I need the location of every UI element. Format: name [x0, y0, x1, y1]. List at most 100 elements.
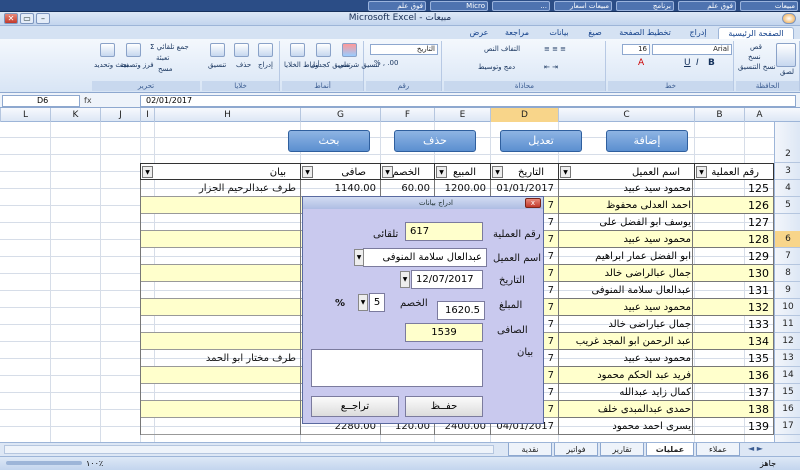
bold-icon[interactable]: B	[708, 58, 715, 68]
table-cell-date[interactable]: 01/01/2017	[490, 180, 558, 197]
table-row-client[interactable]: فريد عبد الحكم محمود 136	[558, 367, 774, 384]
table-row-client[interactable]: جمال عبالراضى خالد 130	[558, 265, 774, 282]
formula-input[interactable]: 02/01/2017	[140, 95, 796, 107]
table-row-client[interactable]: احمد العدلى محفوظ 126	[558, 197, 774, 214]
row-header[interactable]: 8	[775, 265, 800, 282]
table-cell-notes[interactable]	[140, 333, 300, 350]
table-row-client[interactable]: محمود سيد عبيد 125	[558, 180, 774, 197]
notes-textarea[interactable]	[311, 349, 483, 387]
tab-review[interactable]: مراجعة	[496, 27, 538, 39]
row-header[interactable]: 10	[775, 299, 800, 316]
date-field[interactable]: 12/07/2017	[411, 270, 483, 289]
row-header[interactable]: 5	[775, 197, 800, 214]
row-header[interactable]: 2	[775, 146, 800, 163]
copy-button[interactable]: نسخ	[748, 53, 761, 61]
column-header[interactable]: I	[140, 108, 154, 122]
find-select-icon[interactable]	[100, 43, 115, 57]
chevron-down-icon[interactable]: ▼	[354, 249, 364, 266]
table-cell-notes[interactable]	[140, 197, 300, 214]
autosum-button[interactable]: Σ جمع تلقائي	[150, 43, 189, 51]
conditional-format-icon[interactable]	[342, 43, 357, 57]
close-icon[interactable]: ✕	[4, 13, 18, 24]
sheet-tab[interactable]: نقدية	[508, 443, 552, 456]
row-header[interactable]: 17	[775, 418, 800, 435]
row-header[interactable]: 6	[775, 231, 800, 248]
row-header[interactable]: 16	[775, 401, 800, 418]
tab-formulas[interactable]: صيغ	[580, 27, 610, 39]
table-cell-notes[interactable]	[140, 265, 300, 282]
table-row-client[interactable]: محمود سيد عبيد 135	[558, 350, 774, 367]
column-header[interactable]: J	[100, 108, 140, 122]
table-cell-sale[interactable]: 1200.00	[434, 180, 490, 197]
table-row-client[interactable]: حمدى عبدالمبدى خلف 138	[558, 401, 774, 418]
zoom-level[interactable]: ١٠٠٪	[86, 459, 103, 468]
save-button[interactable]: حفــظ	[405, 396, 483, 417]
table-row-client[interactable]: محمود سيد عبيد 128	[558, 231, 774, 248]
table-row-client[interactable]: ابو الفضل عمار ابراهيم 129	[558, 248, 774, 265]
minimize-icon[interactable]: –	[36, 13, 50, 24]
table-cell-notes[interactable]	[140, 282, 300, 299]
maximize-icon[interactable]: ▭	[20, 13, 34, 24]
clear-button[interactable]: مسح	[158, 65, 173, 73]
taskbar-item[interactable]: مبيعات	[740, 1, 798, 11]
undo-button[interactable]: تراجــع	[311, 396, 399, 417]
discount-field[interactable]: 5	[369, 293, 385, 312]
chevron-down-icon[interactable]: ▼	[358, 294, 368, 311]
table-cell-notes[interactable]	[140, 214, 300, 231]
table-cell-notes[interactable]: طرف عبدالرحيم الجزار	[140, 180, 300, 197]
format-table-icon[interactable]	[316, 43, 331, 57]
header-sale[interactable]: ▼ المبيع	[434, 163, 490, 180]
table-cell-notes[interactable]	[140, 367, 300, 384]
insert-cells-icon[interactable]	[258, 43, 273, 57]
filter-dropdown-icon[interactable]: ▼	[142, 166, 153, 178]
sheet-tab[interactable]: فواتير	[554, 443, 598, 456]
delete-cells-icon[interactable]	[234, 43, 249, 57]
filter-dropdown-icon[interactable]: ▼	[302, 166, 313, 178]
sheet-tab[interactable]: عمليات	[646, 443, 694, 456]
delete-button[interactable]: حذف	[394, 130, 476, 152]
wrap-text-button[interactable]: التفاف النص	[484, 45, 520, 53]
filter-dropdown-icon[interactable]: ▼	[492, 166, 503, 178]
amount-field[interactable]: 1620.5	[437, 301, 485, 320]
table-row-client[interactable]: يوسف ابو الفضل على 127	[558, 214, 774, 231]
italic-icon[interactable]: I	[696, 58, 699, 68]
table-row-client[interactable]: يسرى احمد محمود 139	[558, 418, 774, 435]
table-row-client[interactable]: جمال عباراضى خالد 133	[558, 316, 774, 333]
table-cell-notes[interactable]	[140, 401, 300, 418]
table-cell-notes[interactable]	[140, 316, 300, 333]
horizontal-scrollbar[interactable]	[4, 445, 494, 454]
align-icons[interactable]: ≡ ≡ ≡	[544, 45, 566, 53]
table-cell-net[interactable]: 1140.00	[300, 180, 380, 197]
tab-data[interactable]: بيانات	[540, 27, 578, 39]
table-row-client[interactable]: محمود سيد عبيد 132	[558, 299, 774, 316]
office-button[interactable]	[782, 13, 796, 24]
column-header[interactable]: D	[490, 108, 558, 122]
table-cell-notes[interactable]: طرف مختار ابو الحمد	[140, 350, 300, 367]
header-net[interactable]: ▼ صافى	[300, 163, 380, 180]
table-cell-notes[interactable]	[140, 418, 300, 435]
header-date[interactable]: ▼ التاريخ	[490, 163, 558, 180]
header-discount[interactable]: ▼ الخصم	[380, 163, 434, 180]
taskbar-item[interactable]: Micro	[430, 1, 488, 11]
table-cell-discount[interactable]: 60.00	[380, 180, 434, 197]
sort-filter-icon[interactable]	[126, 43, 141, 57]
name-box[interactable]: D6	[2, 95, 80, 107]
font-name-combo[interactable]: Arial	[652, 44, 732, 55]
column-header[interactable]: K	[50, 108, 100, 122]
number-format-combo[interactable]: التاريخ	[370, 44, 438, 55]
format-painter-button[interactable]: نسخ التنسيق	[738, 63, 775, 71]
taskbar-item[interactable]: فوق علم	[368, 1, 426, 11]
tab-home[interactable]: الصفحة الرئيسية	[718, 27, 794, 39]
column-header[interactable]: A	[744, 108, 774, 122]
fx-icon[interactable]: fx	[84, 95, 136, 107]
font-size-combo[interactable]: 16	[622, 44, 650, 55]
cut-button[interactable]: قص	[750, 43, 762, 51]
table-row-client[interactable]: كمال زايد عبدالله 137	[558, 384, 774, 401]
header-op-num[interactable]: ▼ رقم العملية	[694, 163, 774, 180]
column-header[interactable]: F	[380, 108, 434, 122]
column-header[interactable]: C	[558, 108, 694, 122]
fill-button[interactable]: تعبئة	[156, 54, 169, 62]
taskbar-item[interactable]: ...	[492, 1, 550, 11]
sheet-tab[interactable]: عملاء	[696, 443, 740, 456]
column-header[interactable]: L	[0, 108, 50, 122]
